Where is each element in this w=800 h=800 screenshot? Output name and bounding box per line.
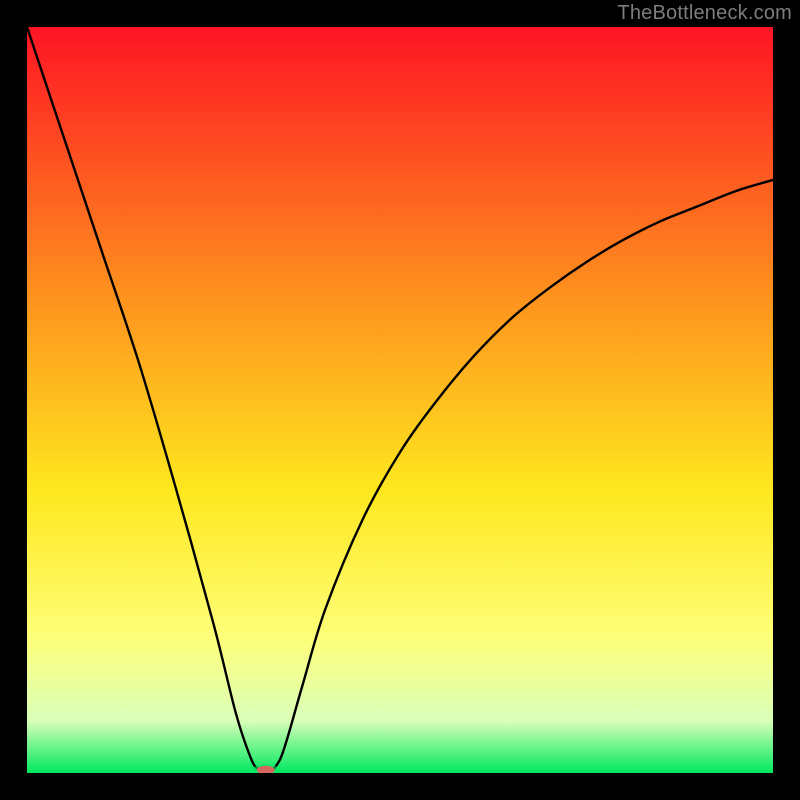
gradient-background	[27, 27, 773, 773]
watermark-text: TheBottleneck.com	[617, 2, 792, 25]
chart-frame	[27, 27, 773, 773]
bottleneck-chart	[27, 27, 773, 773]
